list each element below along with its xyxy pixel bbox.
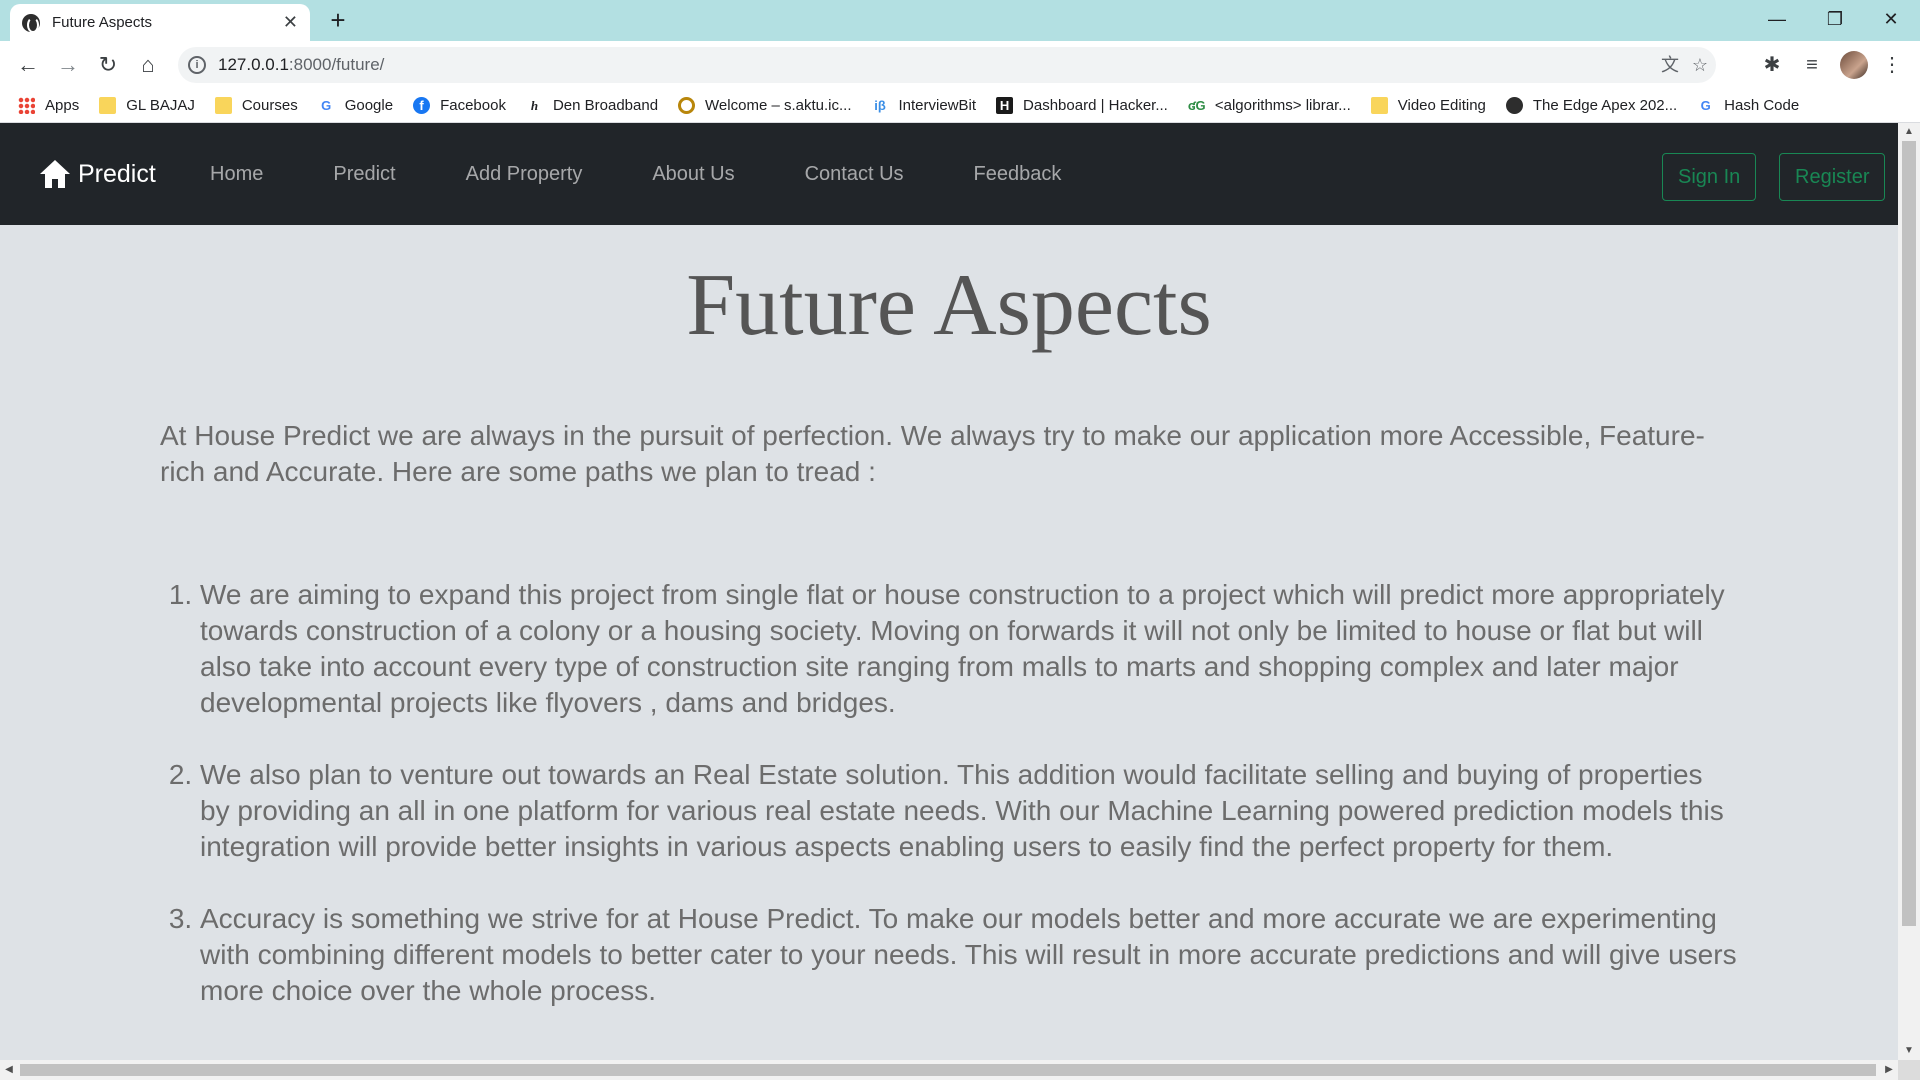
hackerrank-icon: H [996, 96, 1014, 114]
scroll-right-arrow-icon[interactable]: ▶ [1880, 1060, 1898, 1080]
plans-list: We are aiming to expand this project fro… [160, 577, 1738, 1009]
close-window-button[interactable]: ✕ [1862, 0, 1920, 41]
nav-link-add-property[interactable]: Add Property [466, 163, 583, 186]
browser-toolbar: ← → ↻ ⌂ i 127.0.0.1:8000/future/ 文 ☆ ✱ ≡… [0, 41, 1920, 88]
google-icon: G [1700, 97, 1711, 113]
globe-icon [22, 13, 40, 33]
translate-icon[interactable]: 文 [1658, 53, 1682, 77]
bookmark-den-broadband[interactable]: h Den Broadband [526, 97, 658, 114]
globe-icon [1505, 96, 1523, 114]
facebook-icon: f [413, 96, 431, 114]
bookmark-edge-apex[interactable]: The Edge Apex 202... [1505, 96, 1677, 114]
nav-link-about-us[interactable]: About Us [652, 163, 734, 186]
horizontal-scroll-thumb[interactable] [20, 1064, 1876, 1076]
site-info-icon[interactable]: i [188, 56, 206, 74]
folder-icon [1370, 96, 1388, 114]
register-button[interactable]: Register [1779, 153, 1886, 201]
url-text[interactable]: 127.0.0.1:8000/future/ [218, 55, 384, 75]
close-tab-icon[interactable]: ✕ [283, 12, 298, 33]
folder-icon [99, 96, 117, 114]
media-control-icon[interactable]: ≡ [1798, 51, 1826, 79]
bookmark-google[interactable]: G Google [318, 97, 393, 114]
vertical-scroll-thumb[interactable] [1902, 141, 1916, 926]
nav-link-home[interactable]: Home [210, 163, 263, 186]
main-content: Future Aspects At House Predict we are a… [0, 255, 1898, 1009]
interviewbit-icon: iβ [874, 97, 886, 113]
bookmark-algorithms[interactable]: ʛG <algorithms> librar... [1188, 97, 1351, 114]
bookmark-aktu[interactable]: Welcome – s.aktu.ic... [678, 96, 852, 114]
bookmark-facebook[interactable]: f Facebook [413, 96, 506, 114]
bookmark-apps[interactable]: Apps [18, 96, 79, 114]
scroll-left-arrow-icon[interactable]: ◀ [0, 1060, 18, 1080]
back-button[interactable]: ← [12, 49, 44, 81]
profile-avatar[interactable] [1840, 51, 1868, 79]
site-navbar: Predict Home Predict Add Property About … [0, 123, 1898, 225]
folder-icon [214, 96, 232, 114]
bookmark-interviewbit[interactable]: iβ InterviewBit [872, 97, 976, 114]
address-bar[interactable]: i 127.0.0.1:8000/future/ 文 ☆ [178, 47, 1716, 83]
nav-link-contact-us[interactable]: Contact Us [805, 163, 904, 186]
den-icon: h [530, 97, 539, 113]
horizontal-scrollbar[interactable]: ◀ ▶ [0, 1060, 1898, 1080]
house-icon [40, 160, 70, 188]
apps-grid-icon [18, 96, 35, 114]
gfg-icon: ʛG [1187, 97, 1206, 113]
aktu-icon [678, 96, 696, 114]
sign-in-button[interactable]: Sign In [1662, 153, 1757, 201]
extensions-icon[interactable]: ✱ [1758, 51, 1786, 79]
nav-link-predict[interactable]: Predict [333, 163, 395, 186]
brand-link[interactable]: Predict [40, 123, 156, 225]
bookmark-gl-bajaj[interactable]: GL BAJAJ [99, 96, 195, 114]
page-viewport: Predict Home Predict Add Property About … [0, 123, 1898, 1060]
scrollbar-corner [1898, 1060, 1920, 1080]
minimize-button[interactable]: — [1748, 0, 1806, 41]
bookmark-video-editing[interactable]: Video Editing [1370, 96, 1486, 114]
vertical-scrollbar[interactable]: ▲ ▼ [1898, 123, 1920, 1060]
google-icon: G [321, 97, 332, 113]
list-item: Accuracy is something we strive for at H… [200, 901, 1738, 1009]
bookmarks-bar: Apps GL BAJAJ Courses G Google f Facebook … [0, 88, 1920, 123]
scroll-down-arrow-icon[interactable]: ▼ [1898, 1042, 1920, 1060]
forward-button[interactable]: → [52, 49, 84, 81]
list-item: We are aiming to expand this project fro… [200, 577, 1738, 721]
star-icon[interactable]: ☆ [1688, 53, 1712, 77]
bookmark-hash-code[interactable]: G Hash Code [1697, 97, 1800, 114]
scroll-up-arrow-icon[interactable]: ▲ [1898, 123, 1920, 141]
restore-button[interactable]: ❐ [1806, 0, 1864, 41]
brand-label: Predict [78, 159, 156, 188]
nav-link-feedback[interactable]: Feedback [974, 163, 1062, 186]
intro-paragraph: At House Predict we are always in the pu… [160, 420, 1705, 487]
new-tab-button[interactable]: + [324, 6, 352, 34]
reload-button[interactable]: ↻ [92, 49, 124, 81]
bookmark-hackerrank[interactable]: H Dashboard | Hacker... [996, 96, 1168, 114]
menu-icon[interactable]: ⋮ [1878, 51, 1906, 79]
bookmark-courses[interactable]: Courses [214, 96, 298, 114]
page-title: Future Aspects [686, 257, 1212, 354]
browser-tab[interactable]: Future Aspects ✕ [10, 4, 310, 41]
nav-links: Home Predict Add Property About Us Conta… [210, 123, 1131, 225]
tab-title: Future Aspects [52, 14, 153, 31]
browser-tabstrip: Future Aspects ✕ + — ❐ ✕ [0, 0, 1920, 41]
list-item: We also plan to venture out towards an R… [200, 757, 1738, 865]
home-button[interactable]: ⌂ [132, 49, 164, 81]
